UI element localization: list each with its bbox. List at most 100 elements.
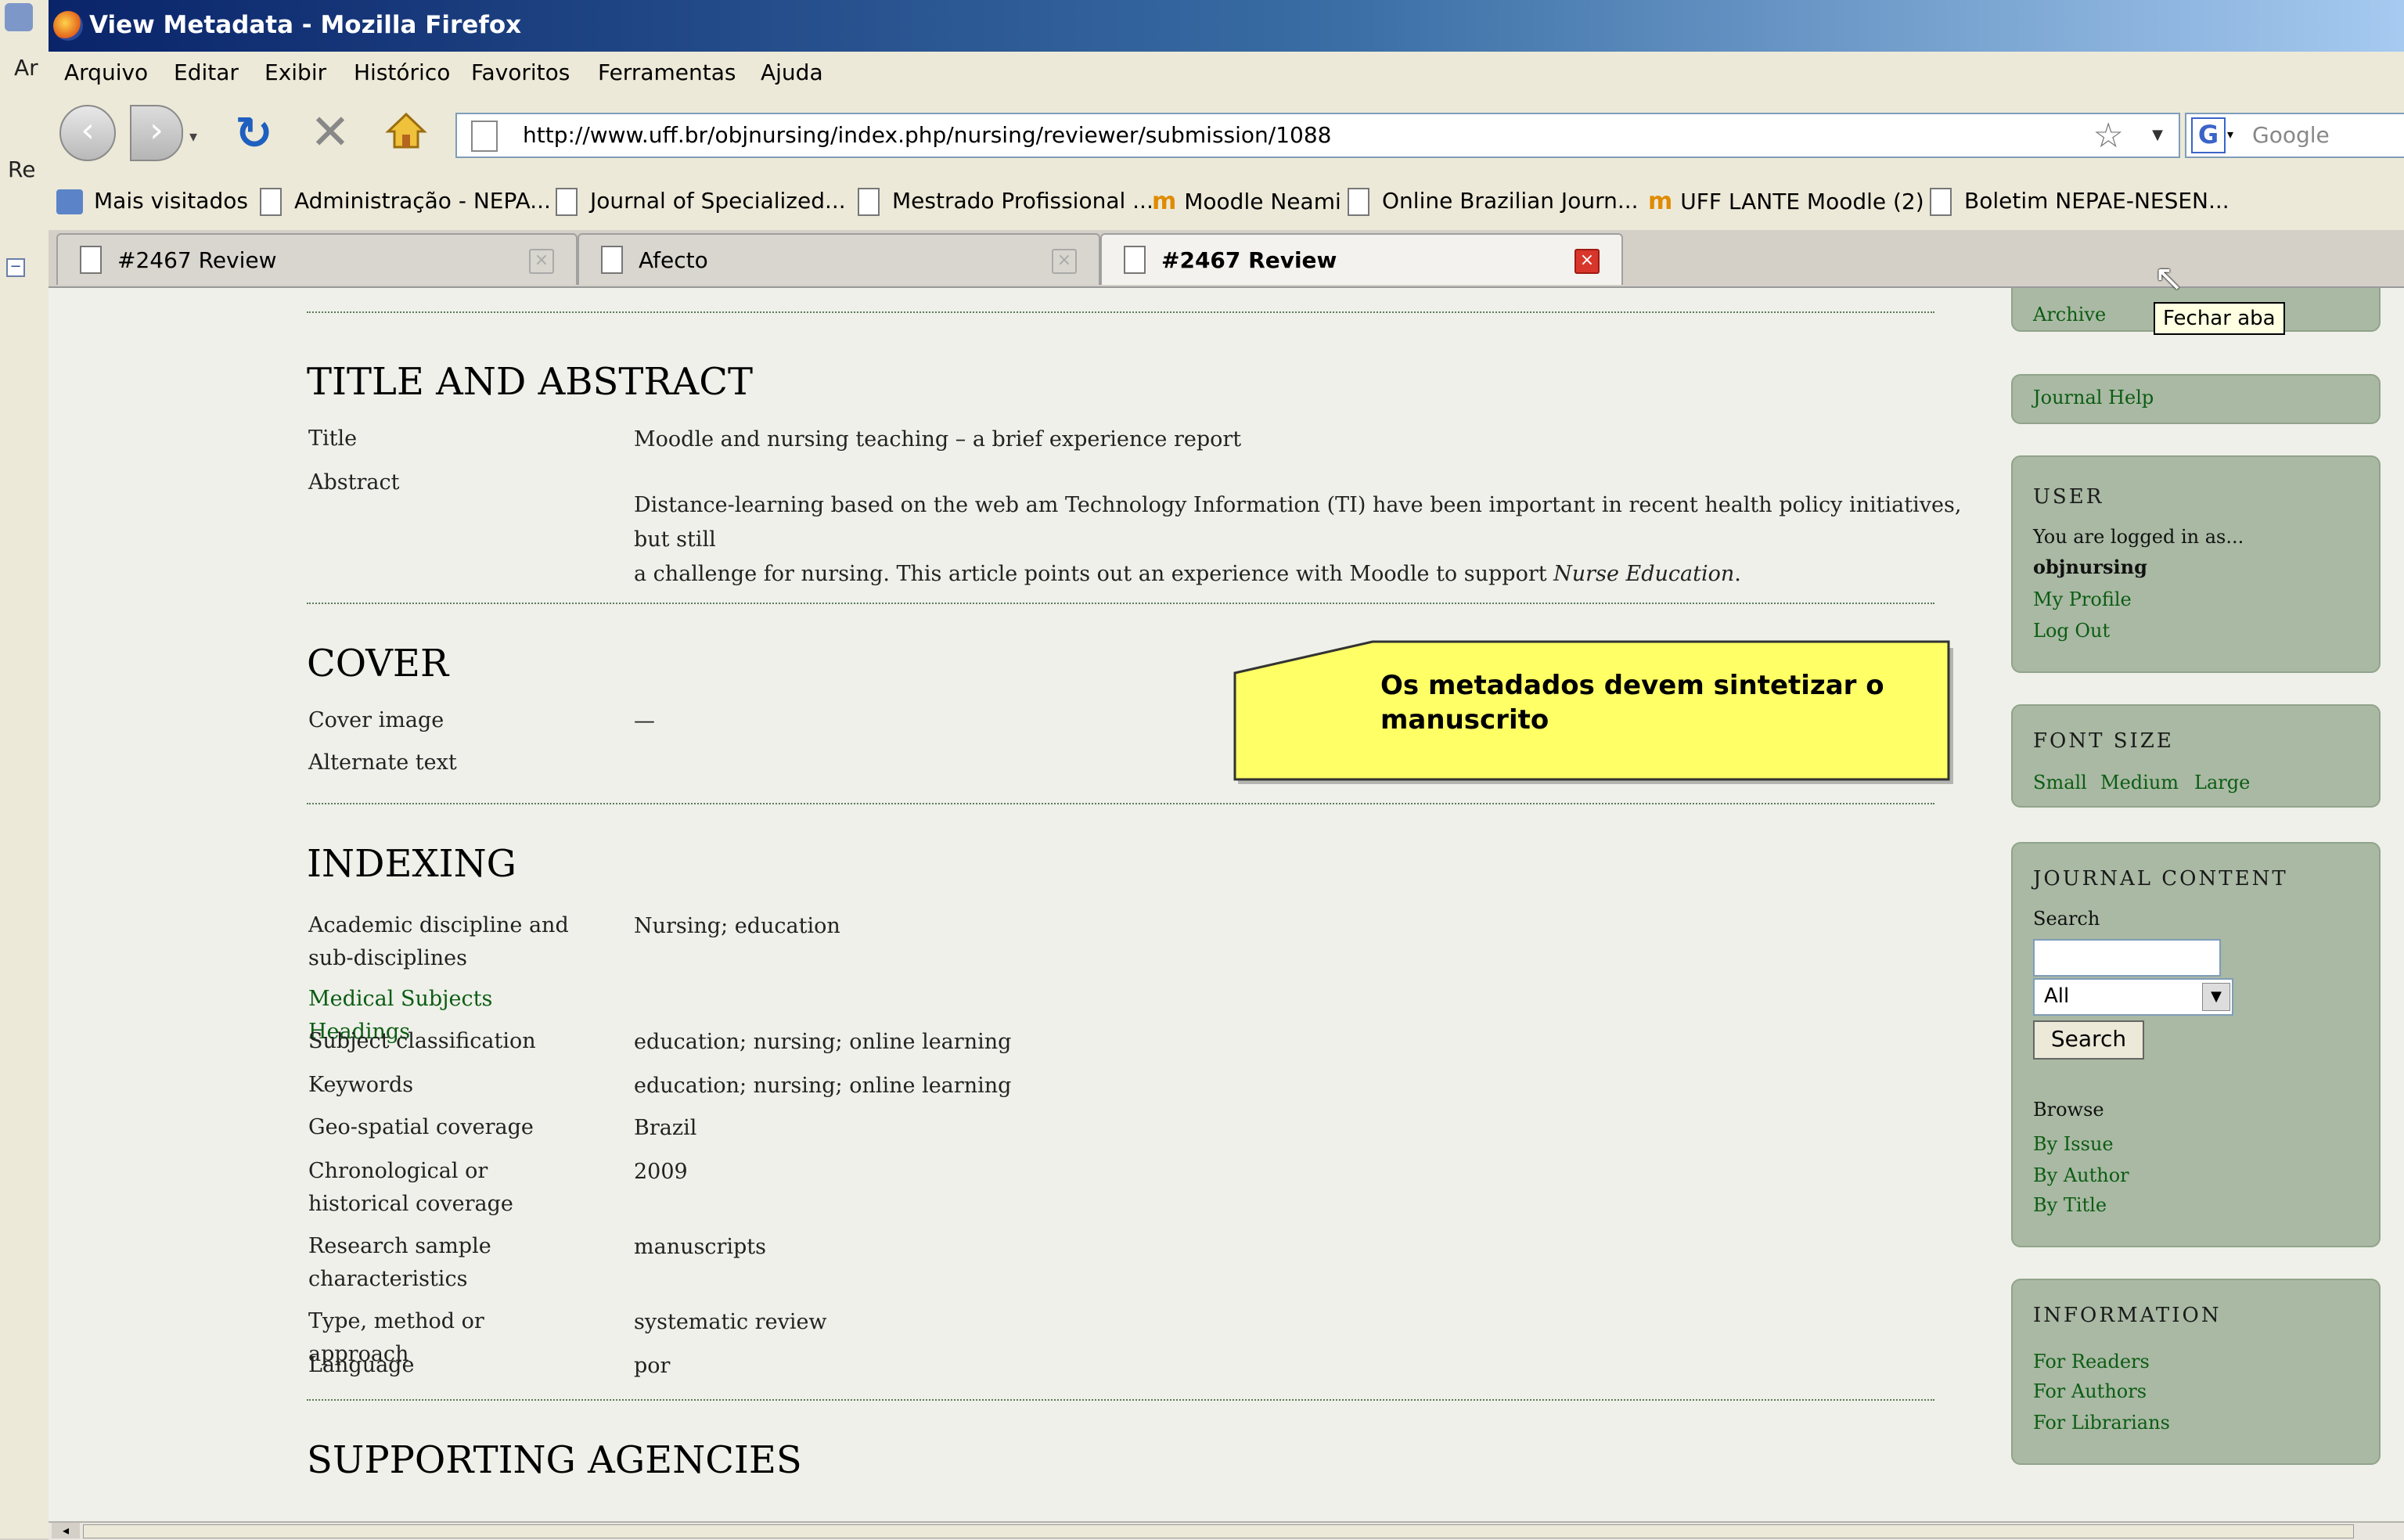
for-readers-link[interactable]: For Readers (2033, 1351, 2150, 1373)
indexing-label-language: Language (308, 1353, 415, 1377)
page-icon (260, 188, 282, 216)
section-indexing: INDEXING (307, 842, 516, 886)
callout-text: Os metadados devem sintetizar o manuscri… (1380, 670, 1884, 736)
tree-toggle[interactable]: − (6, 258, 25, 277)
search-engine-dropdown-icon[interactable]: ▾ (2227, 127, 2233, 142)
section-supporting-agencies: SUPPORTING AGENCIES (307, 1438, 802, 1482)
bookmark-boletim[interactable]: Boletim NEPAE-NESEN... (1930, 188, 2229, 216)
tab-label: #2467 Review (117, 247, 277, 273)
menu-exibir[interactable]: Exibir (265, 59, 326, 85)
bookmark-online-brazilian[interactable]: Online Brazilian Journ... (1348, 188, 1639, 216)
section-cover: COVER (307, 642, 449, 685)
select-arrow-icon[interactable]: ▼ (2202, 983, 2230, 1011)
bookmark-mais-visitados[interactable]: Mais visitados (56, 188, 248, 214)
by-author-link[interactable]: By Author (2033, 1164, 2129, 1186)
information-heading: INFORMATION (2033, 1304, 2222, 1327)
sidebar-information-block: INFORMATION For Readers For Authors For … (2011, 1279, 2381, 1465)
scrollbar-thumb[interactable] (83, 1524, 2354, 1538)
divider (307, 311, 1934, 313)
for-librarians-link[interactable]: For Librarians (2033, 1412, 2170, 1434)
indexing-value-language: por (634, 1354, 671, 1378)
username: objnursing (2033, 556, 2147, 578)
font-small-link[interactable]: Small (2033, 772, 2087, 793)
bookmark-administracao[interactable]: Administração - NEPA... (260, 188, 551, 216)
journal-search-input[interactable] (2033, 939, 2221, 977)
cover-image-label: Cover image (308, 708, 444, 732)
callout-note: Os metadados devem sintetizar o manuscri… (1232, 639, 1953, 784)
menu-historico[interactable]: Histórico (354, 59, 450, 85)
home-icon[interactable] (385, 110, 427, 152)
google-icon[interactable]: G (2191, 117, 2226, 153)
menu-favoritos[interactable]: Favoritos (471, 59, 570, 85)
log-out-link[interactable]: Log Out (2033, 620, 2110, 642)
page-icon (601, 246, 623, 274)
user-heading: USER (2033, 485, 2104, 509)
indexing-label-keywords: Keywords (308, 1073, 414, 1097)
address-bar[interactable]: http://www.uff.br/objnursing/index.php/n… (455, 113, 2180, 158)
my-profile-link[interactable]: My Profile (2033, 588, 2132, 610)
bookmark-label: Journal of Specialized... (590, 188, 846, 214)
reload-icon[interactable]: ↻ (235, 106, 273, 160)
bookmark-star-icon[interactable]: ☆ (2093, 116, 2124, 156)
tab-review-1[interactable]: #2467 Review × (56, 233, 578, 285)
for-authors-link[interactable]: For Authors (2033, 1380, 2147, 1402)
mouse-cursor-icon: ↖ (2154, 257, 2184, 299)
url-text[interactable]: http://www.uff.br/objnursing/index.php/n… (523, 122, 1331, 148)
close-tab-icon[interactable]: × (1052, 249, 1077, 274)
page-icon (858, 188, 880, 216)
font-large-link[interactable]: Large (2194, 772, 2250, 793)
close-tab-icon[interactable]: × (1574, 249, 1600, 274)
select-value: All (2044, 984, 2070, 1008)
stop-icon[interactable]: ✕ (310, 103, 351, 160)
logged-in-text: You are logged in as... (2033, 526, 2244, 548)
url-dropdown-icon[interactable]: ▼ (2152, 127, 2163, 143)
search-placeholder[interactable]: Google (2252, 122, 2330, 148)
sidebar-font-size-block: FONT SIZE Small Medium Large (2011, 704, 2381, 808)
journal-help-link[interactable]: Journal Help (2033, 387, 2154, 408)
browser-window: View Metadata - Mozilla Firefox Arquivo … (49, 0, 2404, 1540)
indexing-label-geo: Geo-spatial coverage (308, 1115, 534, 1139)
search-scope-select[interactable]: All ▼ (2033, 978, 2233, 1016)
tab-bar: #2467 Review × Afecto × #2467 Review × (49, 230, 2404, 288)
search-button[interactable]: Search (2033, 1020, 2144, 1060)
menu-ferramentas[interactable]: Ferramentas (598, 59, 736, 85)
tooltip: Fechar aba (2154, 302, 2285, 335)
most-visited-icon (56, 189, 83, 214)
abstract-line-1: Distance-learning based on the web am Te… (634, 493, 1962, 552)
scroll-left-icon[interactable]: ◂ (52, 1523, 80, 1538)
archive-link[interactable]: Archive (2033, 304, 2106, 326)
bookmark-journal-specialized[interactable]: Journal of Specialized... (556, 188, 846, 216)
menu-ajuda[interactable]: Ajuda (761, 59, 823, 85)
desktop-app-icon[interactable] (5, 3, 33, 31)
by-title-link[interactable]: By Title (2033, 1194, 2107, 1216)
menu-editar[interactable]: Editar (174, 59, 239, 85)
bookmark-label: Mais visitados (94, 188, 248, 214)
indexing-value-research: manuscripts (634, 1235, 766, 1259)
by-issue-link[interactable]: By Issue (2033, 1133, 2114, 1155)
back-button[interactable]: ‹ (59, 105, 116, 161)
page-icon (1348, 188, 1369, 216)
menu-arquivo[interactable]: Arquivo (64, 59, 148, 85)
indexing-value-keywords: education; nursing; online learning (634, 1074, 1012, 1098)
page-icon (1930, 188, 1952, 216)
bookmark-mestrado[interactable]: Mestrado Profissional ... (858, 188, 1153, 216)
bookmark-label: Moodle Neami (1184, 189, 1341, 214)
bookmark-label: Boletim NEPAE-NESEN... (1964, 188, 2229, 214)
forward-button[interactable]: › (130, 105, 183, 161)
close-tab-icon[interactable]: × (529, 249, 554, 274)
history-dropdown-icon[interactable]: ▾ (189, 127, 197, 146)
font-medium-link[interactable]: Medium (2100, 772, 2179, 793)
bookmark-uff-lante[interactable]: m UFF LANTE Moodle (2) (1648, 188, 1924, 215)
firefox-icon (53, 11, 83, 41)
window-title: View Metadata - Mozilla Firefox (89, 11, 522, 39)
tab-afecto[interactable]: Afecto × (578, 233, 1100, 285)
page-content: TITLE AND ABSTRACT Title Moodle and nurs… (49, 288, 2404, 1521)
divider (307, 603, 1934, 604)
search-bar[interactable]: G ▾ Google (2185, 113, 2404, 158)
horizontal-scrollbar[interactable]: ◂ (49, 1521, 2404, 1540)
indexing-label-research: Research sample characteristics (308, 1234, 491, 1291)
tab-label: Afecto (639, 247, 708, 273)
tab-review-active[interactable]: #2467 Review × (1100, 233, 1623, 285)
bookmark-moodle-neami[interactable]: m Moodle Neami (1152, 188, 1341, 215)
indexing-value-type: systematic review (634, 1310, 827, 1334)
